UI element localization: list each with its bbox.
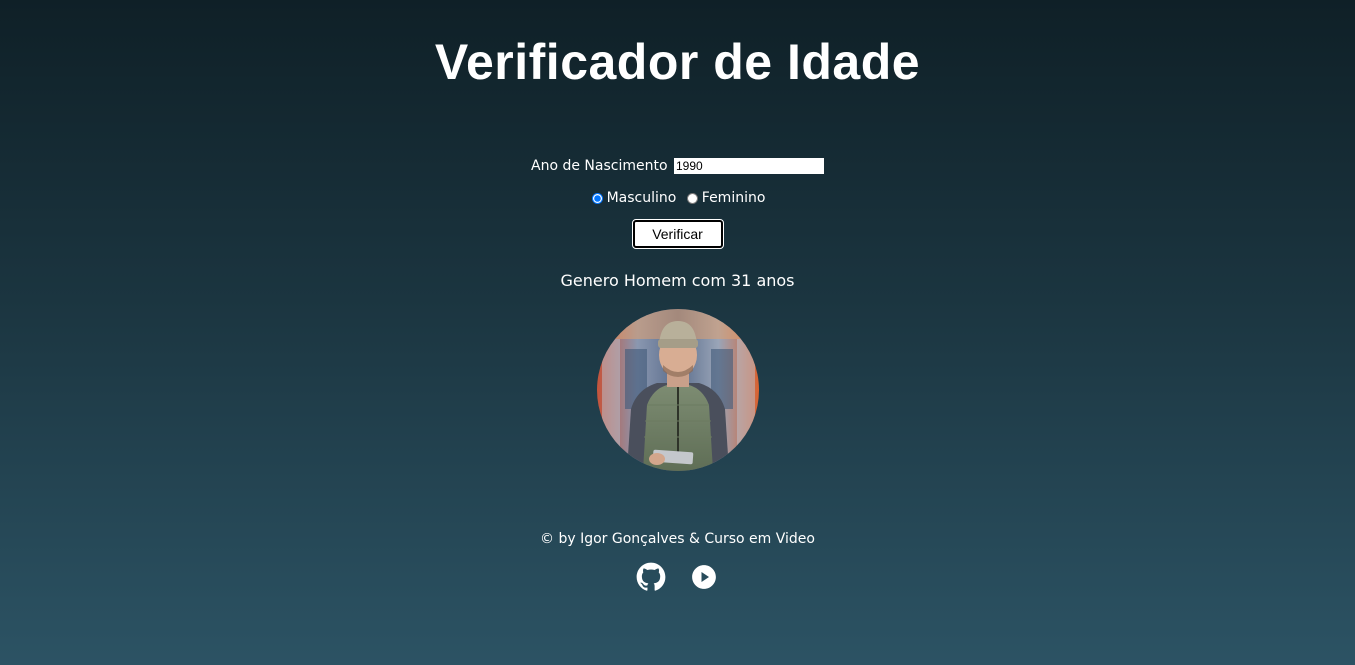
youtube-icon <box>692 565 716 589</box>
birth-year-label: Ano de Nascimento <box>531 158 668 174</box>
page-title: Verificador de Idade <box>434 34 921 90</box>
result-text: Genero Homem com 31 anos <box>560 271 795 290</box>
radio-feminino-label[interactable]: Feminino <box>702 190 766 206</box>
radio-masculino-label[interactable]: Masculino <box>607 190 677 206</box>
youtube-link[interactable] <box>689 562 719 592</box>
github-link[interactable] <box>636 562 666 592</box>
sex-radio-group: Masculino Feminino <box>0 189 1355 207</box>
man-portrait-photo <box>597 309 759 471</box>
radio-masculino[interactable] <box>591 192 603 204</box>
verify-button[interactable]: Verificar <box>631 219 724 249</box>
footer-credit: © by Igor Gonçalves & Curso em Video <box>540 531 815 547</box>
birth-year-input[interactable] <box>673 158 824 174</box>
radio-feminino[interactable] <box>686 192 698 204</box>
social-links <box>0 562 1355 596</box>
github-icon <box>636 562 666 591</box>
birth-year-row: Ano de Nascimento <box>0 157 1355 175</box>
result-photo <box>597 309 759 471</box>
